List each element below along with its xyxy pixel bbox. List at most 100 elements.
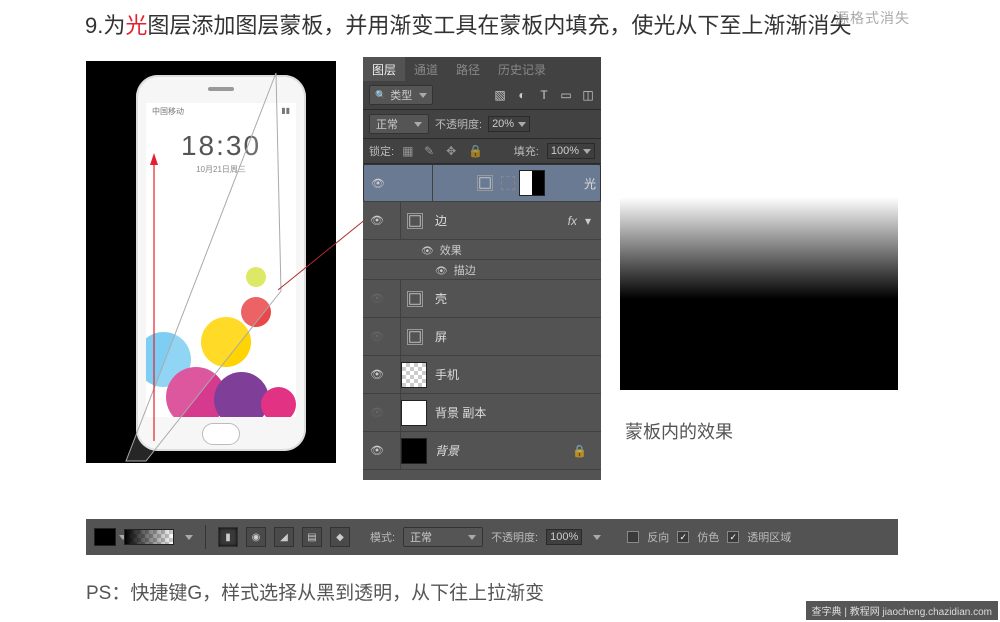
opacity-value[interactable]: 20% — [488, 116, 530, 132]
layer-edge[interactable]: 👁 边 fx ▾ — [363, 202, 601, 240]
filter-type-dropdown[interactable]: 类型 — [369, 85, 433, 105]
wallpaper-blobs — [146, 267, 296, 417]
ps-text: 快捷键G，样式选择从黑到透明，从下往上拉渐变 — [130, 583, 544, 604]
status-bar: 中国移动 ▮▮ — [146, 103, 296, 120]
shape-thumb-icon — [407, 213, 423, 229]
layer-name[interactable]: 背景 副本 — [435, 404, 486, 421]
mode-label: 模式: — [370, 529, 395, 545]
transparency-label: 透明区域 — [747, 529, 791, 545]
gradient-picker-dropdown[interactable] — [185, 535, 193, 540]
blend-mode-select[interactable]: 正常 — [369, 114, 429, 134]
tb-opacity-dropdown[interactable] — [593, 535, 601, 540]
shape-thumb-icon — [477, 175, 493, 191]
visibility-toggle[interactable]: 👁 — [367, 214, 387, 227]
fill-value[interactable]: 100% — [547, 143, 595, 159]
layer-name[interactable]: 壳 — [435, 290, 447, 307]
mask-thumbnail[interactable] — [519, 170, 545, 196]
mask-caption: 蒙板内的效果 — [625, 418, 733, 444]
layer-light[interactable]: 👁 光 — [363, 164, 601, 202]
angle-gradient-button[interactable]: ◢ — [274, 527, 294, 547]
filter-adjust-icon[interactable]: ◐ — [515, 88, 529, 102]
opacity-label: 不透明度: — [435, 116, 482, 132]
filter-type-icon[interactable]: T — [537, 88, 551, 102]
filter-row: 类型 ▧ ◐ T ▭ ◫ — [363, 81, 601, 110]
shape-thumb-icon — [407, 291, 423, 307]
layer-thumbnail[interactable] — [401, 400, 427, 426]
filter-shape-icon[interactable]: ▭ — [559, 88, 573, 102]
visibility-toggle[interactable]: 👁 — [367, 330, 387, 343]
visibility-toggle[interactable]: 👁 — [368, 177, 388, 190]
visibility-toggle[interactable]: 👁 — [367, 368, 387, 381]
step-highlight: 光 — [125, 13, 147, 38]
step-prefix: 为 — [103, 13, 125, 38]
layer-name[interactable]: 背景 — [435, 442, 459, 459]
layer-list: 👁 光 👁 边 fx ▾ 👁效果 👁描边 👁 — [363, 164, 601, 470]
lock-pixels-icon[interactable]: ✎ — [424, 144, 438, 158]
tab-channels[interactable]: 通道 — [405, 57, 447, 81]
reverse-checkbox[interactable] — [627, 531, 639, 543]
effects-label: 效果 — [440, 245, 462, 257]
layer-screen[interactable]: 👁 屏 — [363, 318, 601, 356]
mode-select[interactable]: 正常 — [403, 527, 483, 547]
layer-bg-copy[interactable]: 👁 背景 副本 — [363, 394, 601, 432]
fill-label: 填充: — [514, 143, 539, 159]
tab-paths[interactable]: 路径 — [447, 57, 489, 81]
layer-thumbnail[interactable] — [401, 438, 427, 464]
watermark-bottom: 查字典 | 教程网 jiaocheng.chazidian.com — [806, 601, 998, 620]
layer-thumbnail[interactable] — [401, 362, 427, 388]
link-mask-icon[interactable] — [501, 176, 515, 190]
panel-tabs: 图层 通道 路径 历史记录 — [363, 57, 601, 81]
layer-stroke-row[interactable]: 👁描边 — [363, 260, 601, 280]
tab-history[interactable]: 历史记录 — [489, 57, 555, 81]
lock-label: 锁定: — [369, 143, 394, 159]
tb-opacity-value[interactable]: 100% — [546, 529, 582, 545]
shape-thumb-icon — [407, 329, 423, 345]
reflected-gradient-button[interactable]: ▤ — [302, 527, 322, 547]
carrier-label: 中国移动 — [152, 106, 184, 117]
ps-label: PS： — [86, 583, 130, 604]
dither-checkbox[interactable] — [677, 531, 689, 543]
lock-all-icon[interactable]: 🔒 — [468, 144, 482, 158]
diamond-gradient-button[interactable]: ◆ — [330, 527, 350, 547]
layer-bg[interactable]: 👁 背景 🔒 — [363, 432, 601, 470]
layer-phone[interactable]: 👁 手机 — [363, 356, 601, 394]
watermark-top: 源格式消失 — [835, 8, 910, 28]
visibility-toggle[interactable]: 👁 — [367, 444, 387, 457]
fx-badge[interactable]: fx — [568, 214, 577, 228]
layer-name[interactable]: 边 — [435, 212, 447, 229]
stroke-label: 描边 — [454, 265, 476, 277]
phone-screen: 中国移动 ▮▮ 18:30 10月21日周三 — [146, 103, 296, 417]
blend-row: 正常 不透明度: 20% — [363, 110, 601, 139]
layer-name[interactable]: 手机 — [435, 366, 459, 383]
radial-gradient-button[interactable]: ◉ — [246, 527, 266, 547]
home-button — [202, 423, 240, 445]
tb-opacity-label: 不透明度: — [491, 529, 538, 545]
phone-speaker — [208, 87, 234, 91]
linear-gradient-button[interactable]: ▮ — [218, 527, 238, 547]
lock-transparent-icon[interactable]: ▦ — [402, 144, 416, 158]
step-rest: 图层添加图层蒙板，并用渐变工具在蒙板内填充，使光从下至上渐渐消失 — [147, 13, 851, 38]
mask-gradient-preview — [620, 106, 898, 390]
lockscreen-date: 10月21日周三 — [146, 164, 296, 175]
step-heading: 9.为光图层添加图层蒙板，并用渐变工具在蒙板内填充，使光从下至上渐渐消失 — [85, 8, 851, 40]
lock-position-icon[interactable]: ✥ — [446, 144, 460, 158]
filter-pixel-icon[interactable]: ▧ — [493, 88, 507, 102]
layer-shell[interactable]: 👁 壳 — [363, 280, 601, 318]
layer-name[interactable]: 光 — [584, 175, 596, 192]
layer-name[interactable]: 屏 — [435, 328, 447, 345]
reverse-label: 反向 — [647, 529, 669, 545]
tab-layers[interactable]: 图层 — [363, 57, 405, 81]
dither-label: 仿色 — [697, 529, 719, 545]
visibility-toggle[interactable]: 👁 — [367, 406, 387, 419]
chevron-down-icon[interactable]: ▾ — [585, 214, 591, 228]
visibility-toggle[interactable]: 👁 — [367, 292, 387, 305]
gradient-toolbar: ▮ ◉ ◢ ▤ ◆ 模式: 正常 不透明度: 100% 反向 仿色 透明区域 — [86, 519, 898, 555]
phone-mockup: 中国移动 ▮▮ 18:30 10月21日周三 — [136, 75, 306, 451]
step-number: 9. — [85, 13, 103, 38]
gradient-picker[interactable] — [124, 529, 174, 545]
layer-effects-row[interactable]: 👁效果 — [363, 240, 601, 260]
canvas-preview: 中国移动 ▮▮ 18:30 10月21日周三 — [86, 61, 336, 463]
foreground-swatch[interactable] — [94, 528, 116, 546]
filter-smart-icon[interactable]: ◫ — [581, 88, 595, 102]
transparency-checkbox[interactable] — [727, 531, 739, 543]
